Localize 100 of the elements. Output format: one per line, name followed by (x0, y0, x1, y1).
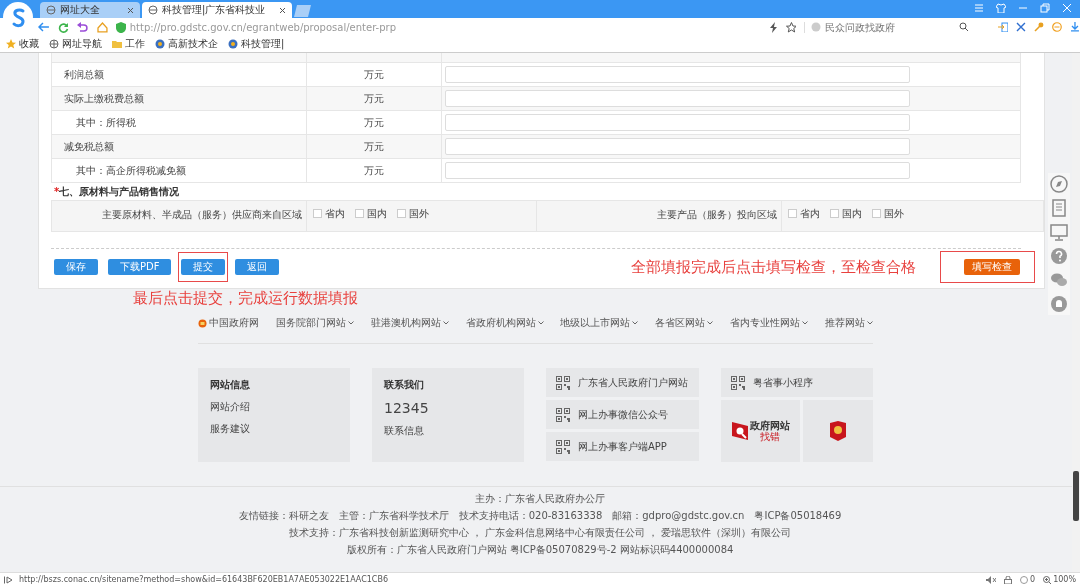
caret-icon (802, 321, 809, 325)
compass-icon[interactable] (1048, 173, 1070, 195)
back-icon[interactable] (38, 22, 50, 32)
checkbox-option[interactable]: 省内 (313, 207, 345, 231)
row-label: 其中：所得税 (52, 111, 307, 134)
scrollbar-thumb[interactable] (1073, 471, 1079, 521)
input-field[interactable] (445, 138, 910, 155)
close-icon[interactable] (127, 6, 134, 14)
zoom-level[interactable]: 100% (1043, 575, 1076, 584)
download-icon[interactable] (1070, 22, 1080, 32)
blocked-count[interactable]: 0 (1020, 575, 1036, 584)
close-icon[interactable] (279, 6, 286, 14)
footer-text: 主办：广东省人民政府办公厅 (475, 491, 605, 506)
caret-icon (707, 321, 714, 325)
input-field[interactable] (445, 90, 910, 107)
site-icon (228, 39, 238, 49)
qr-link[interactable]: 粤省事小程序 (721, 368, 873, 397)
key-icon[interactable] (1034, 22, 1045, 32)
bookmark-item[interactable]: 科技管理| (228, 37, 285, 51)
required-mark: * (54, 186, 60, 197)
unit-label: 万元 (307, 159, 442, 182)
input-field[interactable] (445, 162, 910, 179)
badge-subtitle: 找错 (759, 431, 780, 442)
bookmark-item[interactable]: 高新技术企 (155, 37, 218, 51)
footer-nav-link[interactable]: 驻港澳机构网站 (370, 316, 449, 330)
qr-code-icon (556, 407, 570, 422)
checkbox-option[interactable]: 国外 (397, 207, 429, 231)
checkbox[interactable] (872, 209, 881, 218)
checkbox[interactable] (830, 209, 839, 218)
footer-nav-link[interactable]: 地级以上市网站 (560, 316, 639, 330)
qr-link[interactable]: 网上办事微信公众号 (546, 400, 699, 429)
footer-text: 版权所有：广东省人民政府门户网站 粤ICP备05070829号-2 网站标识码4400000084 (346, 543, 734, 558)
menu-icon[interactable] (974, 2, 984, 13)
qr-code-icon (556, 375, 570, 390)
caret-icon (537, 321, 544, 325)
home-icon[interactable] (96, 21, 108, 33)
monitor-icon[interactable] (1048, 221, 1070, 243)
footer-nav-link[interactable]: 中国政府网 (198, 316, 259, 330)
star-icon[interactable] (785, 21, 797, 33)
panel-toggle-icon[interactable] (4, 575, 13, 584)
bookmark-item[interactable]: 工作 (112, 37, 145, 51)
checkbox-option[interactable]: 国内 (830, 207, 862, 231)
bookmark-item[interactable]: 收藏 (6, 37, 39, 51)
checkbox-option[interactable]: 国内 (355, 207, 387, 231)
shirt-icon[interactable] (996, 2, 1006, 13)
browser-tab[interactable]: 网址大全 (40, 2, 140, 18)
annotation-text: 最后点击提交，完成运行数据填报 (133, 288, 358, 308)
emblem-icon (830, 421, 846, 441)
unit-label: 万元 (307, 135, 442, 158)
browser-tab[interactable]: 科技管理|广东省科技业 (142, 2, 292, 18)
caret-icon (442, 321, 449, 325)
caret-icon (347, 321, 354, 325)
new-tab-icon[interactable] (294, 4, 312, 18)
speaker-icon[interactable] (986, 575, 997, 584)
checkbox-option[interactable]: 省内 (788, 207, 820, 231)
field-label: 主要产品（服务）投向区域 (537, 201, 782, 231)
input-field[interactable] (445, 114, 910, 131)
footer-link[interactable]: 联系信息 (384, 424, 512, 438)
annotation-text: 全部填报完成后点击填写检查，至检查合格 (631, 257, 916, 277)
emblem-icon (198, 318, 207, 328)
minus-circle-icon[interactable] (1052, 22, 1063, 32)
footer-nav-link[interactable]: 省政府机构网站 (465, 316, 544, 330)
footer-text: 友情链接：科研之友 主管：广东省科学技术厅 技术支持电话：020-83163338 邮箱：gdpro@gdstc.gov.cn 粤ICP备05018469 (238, 508, 842, 523)
qr-link[interactable]: 网上办事客户端APP (546, 432, 699, 461)
row-label: 其中：高企所得税减免额 (52, 159, 307, 182)
scissors-icon[interactable] (1016, 22, 1027, 32)
footer-nav-link[interactable]: 国务院部门网站 (275, 316, 354, 330)
site-icon (155, 39, 165, 49)
checkbox[interactable] (355, 209, 364, 218)
checkbox[interactable] (313, 209, 322, 218)
login-icon[interactable] (998, 22, 1009, 32)
row-label: 实际上缴税费总额 (52, 87, 307, 110)
footer-nav-link[interactable]: 省内专业性网站 (730, 316, 809, 330)
field-label: 主要原材料、半成品（服务）供应商来自区域 (52, 201, 307, 231)
footer-link[interactable]: 网站介绍 (210, 400, 338, 414)
refresh-icon[interactable] (57, 21, 69, 33)
bookmark-item[interactable]: 网址导航 (49, 37, 102, 51)
folder-icon (112, 39, 122, 49)
qr-link[interactable]: 广东省人民政府门户网站 (546, 368, 699, 397)
restore-icon[interactable] (1040, 2, 1050, 13)
lock-icon[interactable] (1004, 575, 1013, 584)
search-icon[interactable] (959, 22, 970, 32)
input-field[interactable] (445, 66, 910, 83)
shield-icon (115, 21, 126, 33)
magnifier-flag-icon (731, 422, 748, 440)
checkbox[interactable] (788, 209, 797, 218)
lightning-icon[interactable] (769, 21, 778, 33)
footer-nav-link[interactable]: 各省区网站 (655, 316, 714, 330)
error-report-badge[interactable]: 政府网站 找错 (721, 400, 800, 462)
zoom-icon (1043, 575, 1052, 584)
help-icon[interactable] (1048, 245, 1070, 267)
footer-link[interactable]: 服务建议 (210, 422, 338, 436)
card-title: 网站信息 (210, 378, 251, 392)
footer-nav-link[interactable]: 推荐网站 (824, 316, 873, 330)
section-title: 七、原材料与产品销售情况 (59, 184, 180, 199)
qr-code-icon (556, 439, 570, 454)
undo-icon[interactable] (76, 21, 89, 33)
bell-icon[interactable] (1048, 293, 1070, 315)
checkbox-option[interactable]: 国外 (872, 207, 904, 231)
checkbox[interactable] (397, 209, 406, 218)
